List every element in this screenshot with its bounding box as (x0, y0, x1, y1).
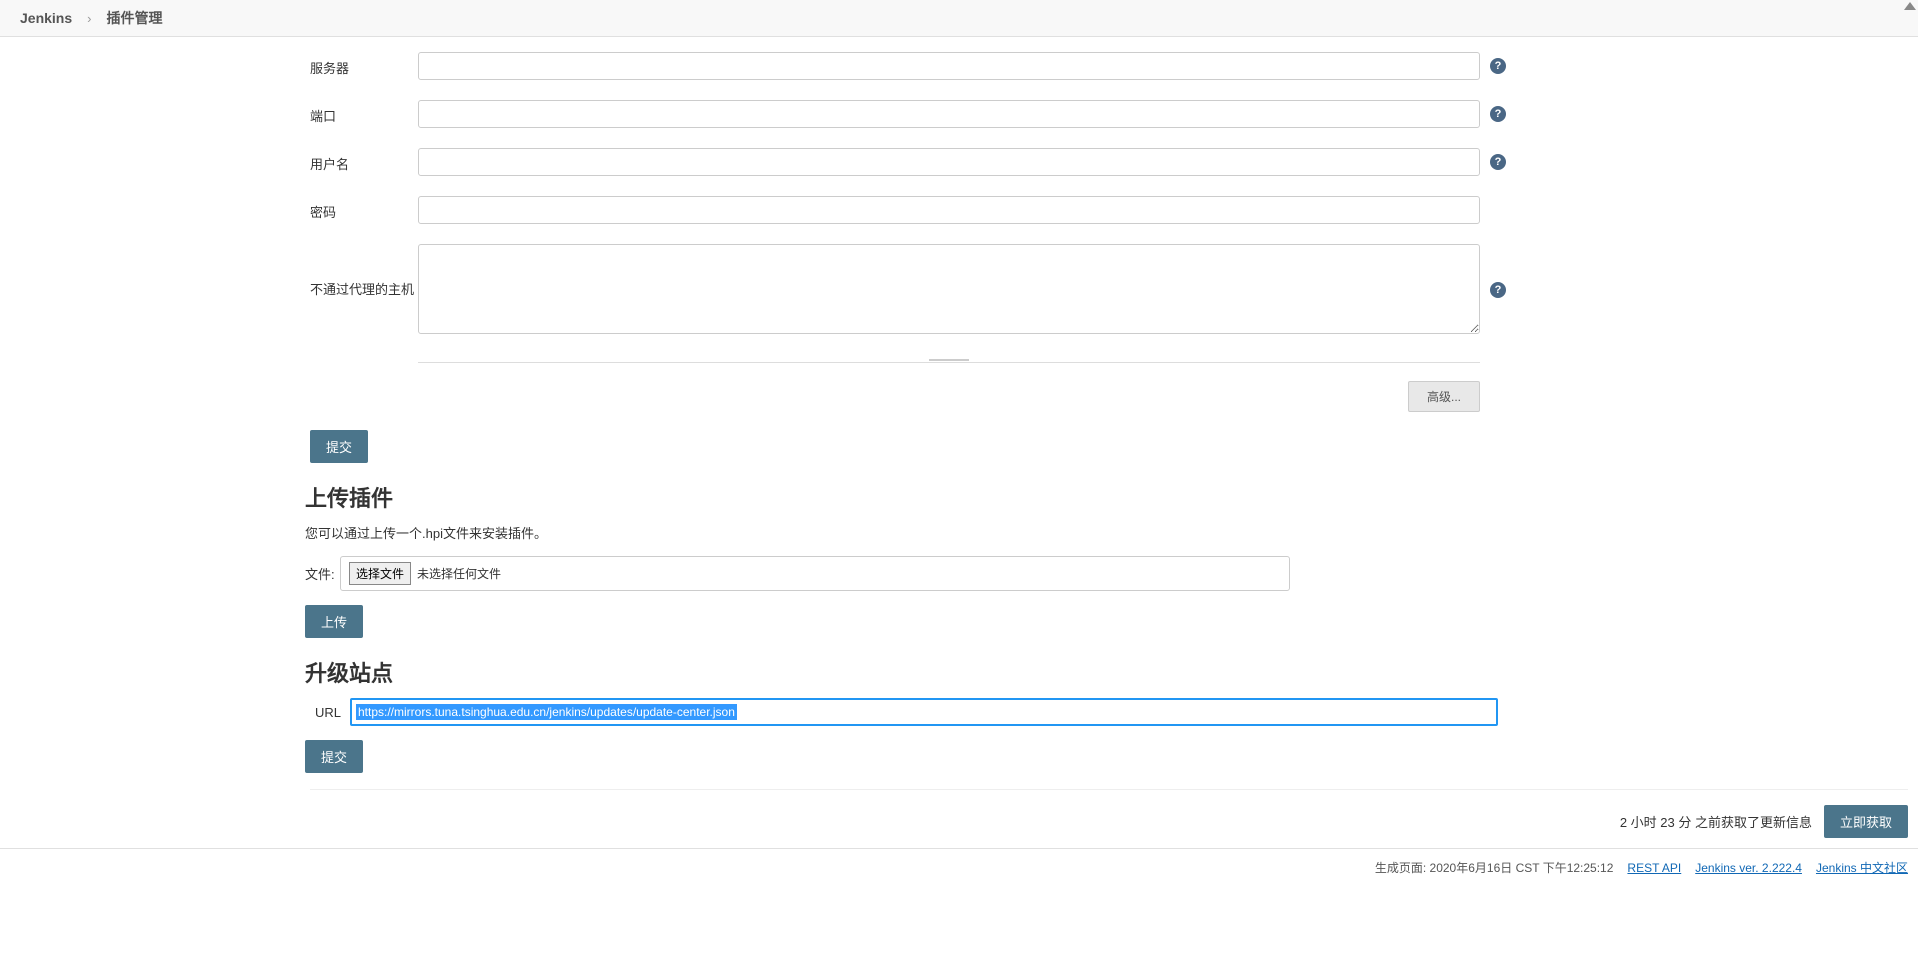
port-label: 端口 (310, 100, 418, 125)
last-check-text: 2 小时 23 分 之前获取了更新信息 (1620, 812, 1812, 831)
file-status-text: 未选择任何文件 (417, 565, 501, 582)
help-icon[interactable]: ? (1490, 282, 1506, 298)
url-input[interactable]: https://mirrors.tuna.tsinghua.edu.cn/jen… (350, 698, 1498, 726)
password-label: 密码 (310, 196, 418, 221)
rest-api-link[interactable]: REST API (1627, 861, 1681, 875)
password-row: 密码 (310, 196, 1510, 224)
footer: 生成页面: 2020年6月16日 CST 下午12:25:12 REST API… (0, 848, 1918, 882)
upload-description: 您可以通过上传一个.hpi文件来安装插件。 (305, 523, 1510, 542)
chevron-right-icon: › (87, 11, 91, 26)
help-icon[interactable]: ? (1490, 154, 1506, 170)
upload-section: 上传插件 您可以通过上传一个.hpi文件来安装插件。 文件: 选择文件 未选择任… (305, 481, 1510, 638)
update-site-title: 升级站点 (305, 656, 1510, 688)
username-label: 用户名 (310, 148, 418, 173)
status-row: 2 小时 23 分 之前获取了更新信息 立即获取 (0, 790, 1918, 848)
file-input-container: 选择文件 未选择任何文件 (340, 556, 1290, 591)
breadcrumb-root[interactable]: Jenkins (20, 10, 72, 26)
choose-file-button[interactable]: 选择文件 (349, 562, 411, 585)
upload-button[interactable]: 上传 (305, 605, 363, 638)
advanced-button[interactable]: 高级... (1408, 381, 1480, 412)
update-site-submit-button[interactable]: 提交 (305, 740, 363, 773)
main-content: 服务器 ? 端口 ? 用户名 ? 密码 不通过代理的主机 ? 高级... (0, 37, 1510, 773)
breadcrumb: Jenkins › 插件管理 (0, 0, 1918, 37)
resize-handle[interactable] (418, 357, 1480, 363)
upload-title: 上传插件 (305, 481, 1510, 513)
url-label: URL (305, 705, 350, 720)
url-row: URL https://mirrors.tuna.tsinghua.edu.cn… (305, 698, 1510, 726)
proxy-submit-button[interactable]: 提交 (310, 430, 368, 463)
noproxy-label: 不通过代理的主机 (310, 244, 418, 298)
noproxy-row: 不通过代理的主机 ? (310, 244, 1510, 337)
server-row: 服务器 ? (310, 52, 1510, 80)
server-label: 服务器 (310, 52, 418, 77)
page-generated-text: 生成页面: 2020年6月16日 CST 下午12:25:12 (1375, 859, 1614, 876)
username-input[interactable] (418, 148, 1480, 176)
server-input[interactable] (418, 52, 1480, 80)
username-row: 用户名 ? (310, 148, 1510, 176)
help-icon[interactable]: ? (1490, 106, 1506, 122)
community-link[interactable]: Jenkins 中文社区 (1816, 859, 1908, 876)
file-label: 文件: (305, 564, 340, 583)
check-now-button[interactable]: 立即获取 (1824, 805, 1908, 838)
port-row: 端口 ? (310, 100, 1510, 128)
port-input[interactable] (418, 100, 1480, 128)
update-site-section: 升级站点 URL https://mirrors.tuna.tsinghua.e… (305, 656, 1510, 773)
noproxy-textarea[interactable] (418, 244, 1480, 334)
file-row: 文件: 选择文件 未选择任何文件 (305, 556, 1510, 591)
breadcrumb-current[interactable]: 插件管理 (106, 8, 162, 28)
url-value-selected: https://mirrors.tuna.tsinghua.edu.cn/jen… (356, 704, 737, 720)
scroll-up-icon[interactable] (1904, 2, 1916, 10)
version-link[interactable]: Jenkins ver. 2.222.4 (1695, 861, 1802, 875)
password-input[interactable] (418, 196, 1480, 224)
help-icon[interactable]: ? (1490, 58, 1506, 74)
